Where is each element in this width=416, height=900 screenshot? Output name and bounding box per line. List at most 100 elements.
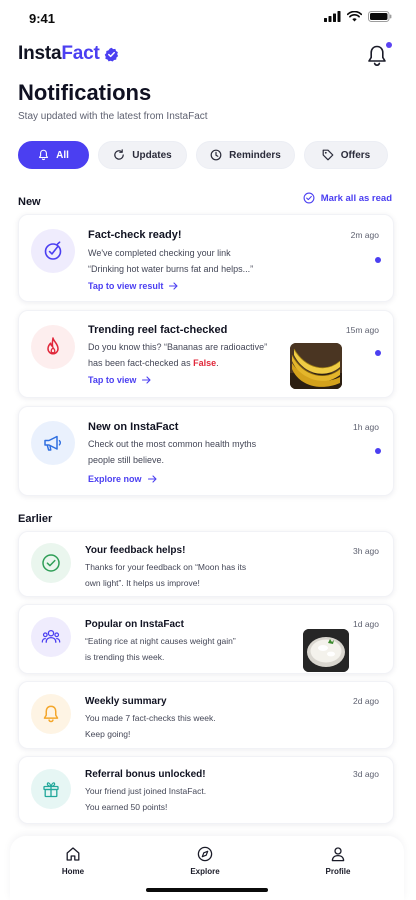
notification-time: 15m ago [345, 325, 379, 335]
notification-body-line: people still believe. [88, 455, 165, 465]
home-icon [66, 847, 80, 861]
clock-icon [210, 149, 222, 161]
mark-all-read-label: Mark all as read [320, 192, 392, 204]
earlier-section-label: Earlier [18, 513, 53, 525]
notification-body-line: “Drinking hot water burns fat and helps.… [88, 264, 254, 274]
notification-body-line: Your friend just joined InstaFact. [85, 786, 207, 796]
nav-home[interactable]: Home [38, 846, 108, 876]
notification-title: Trending reel fact-checked [88, 324, 228, 336]
brand-name-part2: Fact [61, 43, 100, 64]
bell-unread-dot [386, 42, 392, 48]
notification-card-popular[interactable]: Popular on InstaFact 1d ago “Eating rice… [18, 604, 394, 674]
notification-card-feedback-helps[interactable]: Your feedback helps! 3h ago Thanks for y… [18, 531, 394, 597]
bell-icon [39, 149, 49, 161]
notification-card-new-on-instafact[interactable]: New on InstaFact 1h ago Check out the mo… [18, 406, 394, 496]
tab-updates[interactable]: Updates [98, 141, 187, 169]
notification-card-referral-bonus[interactable]: Referral bonus unlocked! 3d ago Your fri… [18, 756, 394, 824]
bananas-thumbnail[interactable] [290, 343, 342, 389]
notification-body: Do you know this? “Bananas are radioacti… [88, 339, 267, 371]
explore-now-link[interactable]: Explore now [88, 474, 157, 484]
page-subtitle: Stay updated with the latest from InstaF… [18, 111, 208, 122]
tab-all-label: All [56, 149, 69, 161]
notification-time: 3d ago [353, 769, 379, 779]
tab-reminders[interactable]: Reminders [196, 141, 295, 169]
verdict-suffix: . [216, 358, 219, 368]
arrow-right-icon [169, 282, 178, 290]
filter-tabs: All Updates Reminders Offers [18, 141, 388, 169]
notification-body: You made 7 fact-checks this week. Keep g… [85, 710, 216, 742]
tab-offers[interactable]: Offers [304, 141, 388, 169]
notification-title: Referral bonus unlocked! [85, 769, 206, 780]
notification-body-line: has been fact-checked as False. [88, 355, 267, 371]
notification-body-line: “Eating rice at night causes weight gain… [85, 636, 236, 646]
notification-body-line: is trending this week. [85, 652, 165, 662]
notification-card-fact-check-ready[interactable]: Fact-check ready! 2m ago We've completed… [18, 214, 394, 302]
unread-dot [375, 448, 381, 454]
notification-body-line: You earned 50 points! [85, 802, 168, 812]
battery-icon [368, 11, 392, 22]
verified-badge-icon [104, 47, 119, 62]
rice-bowl-thumbnail[interactable] [303, 629, 349, 672]
unread-dot [375, 350, 381, 356]
app-header: Insta Fact [18, 40, 398, 72]
notification-card-trending-reel[interactable]: Trending reel fact-checked 15m ago Do yo… [18, 310, 394, 398]
tab-all[interactable]: All [18, 141, 89, 169]
bell-icon [368, 45, 386, 66]
verdict-prefix: has been fact-checked as [88, 358, 194, 368]
megaphone-icon [31, 421, 75, 465]
tap-to-view-result-link[interactable]: Tap to view result [88, 281, 178, 291]
rice-bowl-image [303, 629, 349, 672]
tab-offers-label: Offers [340, 149, 371, 161]
user-icon [331, 847, 345, 862]
mark-all-read-button[interactable]: Mark all as read [303, 192, 392, 204]
notification-time: 2m ago [350, 230, 379, 240]
notification-body-line: Keep going! [85, 729, 131, 739]
tab-updates-label: Updates [132, 149, 172, 161]
status-icons [324, 11, 392, 22]
notification-body-line: Thanks for your feedback on “Moon has it… [85, 562, 247, 572]
compass-icon [197, 846, 213, 862]
notification-body-line: We've completed checking your link [88, 248, 231, 258]
notification-body: Your friend just joined InstaFact. You e… [85, 783, 206, 815]
signal-icon [324, 11, 341, 22]
notification-body-line: Do you know this? “Bananas are radioacti… [88, 342, 268, 352]
notification-body: “Eating rice at night causes weight gain… [85, 633, 236, 665]
notification-body: We've completed checking your link “Drin… [88, 245, 253, 277]
notification-title: Your feedback helps! [85, 545, 186, 556]
page-title: Notifications [18, 80, 152, 105]
tab-reminders-label: Reminders [229, 149, 281, 161]
link-label: Tap to view [88, 375, 137, 385]
arrow-right-icon [147, 475, 157, 483]
nav-profile-label: Profile [325, 867, 351, 876]
app-logo: Insta Fact [18, 43, 119, 65]
link-label: Tap to view result [88, 281, 164, 291]
notifications-bell-button[interactable] [366, 42, 392, 70]
notification-body: Check out the most common health myths p… [88, 436, 256, 468]
tap-to-view-link[interactable]: Tap to view [88, 375, 151, 385]
new-section-header: New Mark all as read [18, 192, 398, 210]
nav-profile[interactable]: Profile [303, 846, 373, 876]
bell-icon [31, 694, 71, 734]
refresh-icon [114, 149, 125, 160]
check-circle-icon [303, 192, 315, 204]
notification-title: Weekly summary [85, 696, 167, 707]
notification-time: 2d ago [353, 696, 379, 706]
notification-body: Thanks for your feedback on “Moon has it… [85, 559, 246, 591]
notification-title: New on InstaFact [88, 421, 179, 433]
notification-time: 1d ago [353, 619, 379, 629]
notification-body-line: You made 7 fact-checks this week. [85, 713, 216, 723]
status-time: 9:41 [29, 11, 56, 26]
home-indicator [146, 888, 268, 892]
tag-icon [322, 149, 334, 161]
verdict-false-label: False [193, 358, 217, 368]
notification-title: Popular on InstaFact [85, 619, 184, 630]
flame-icon [31, 325, 75, 369]
nav-home-label: Home [61, 867, 85, 876]
gift-icon [31, 769, 71, 809]
check-target-icon [31, 229, 75, 273]
nav-explore[interactable]: Explore [170, 846, 240, 876]
notification-card-weekly-summary[interactable]: Weekly summary 2d ago You made 7 fact-ch… [18, 681, 394, 749]
check-circle-icon [31, 543, 71, 583]
notification-title: Fact-check ready! [88, 229, 182, 241]
arrow-right-icon [142, 376, 151, 384]
